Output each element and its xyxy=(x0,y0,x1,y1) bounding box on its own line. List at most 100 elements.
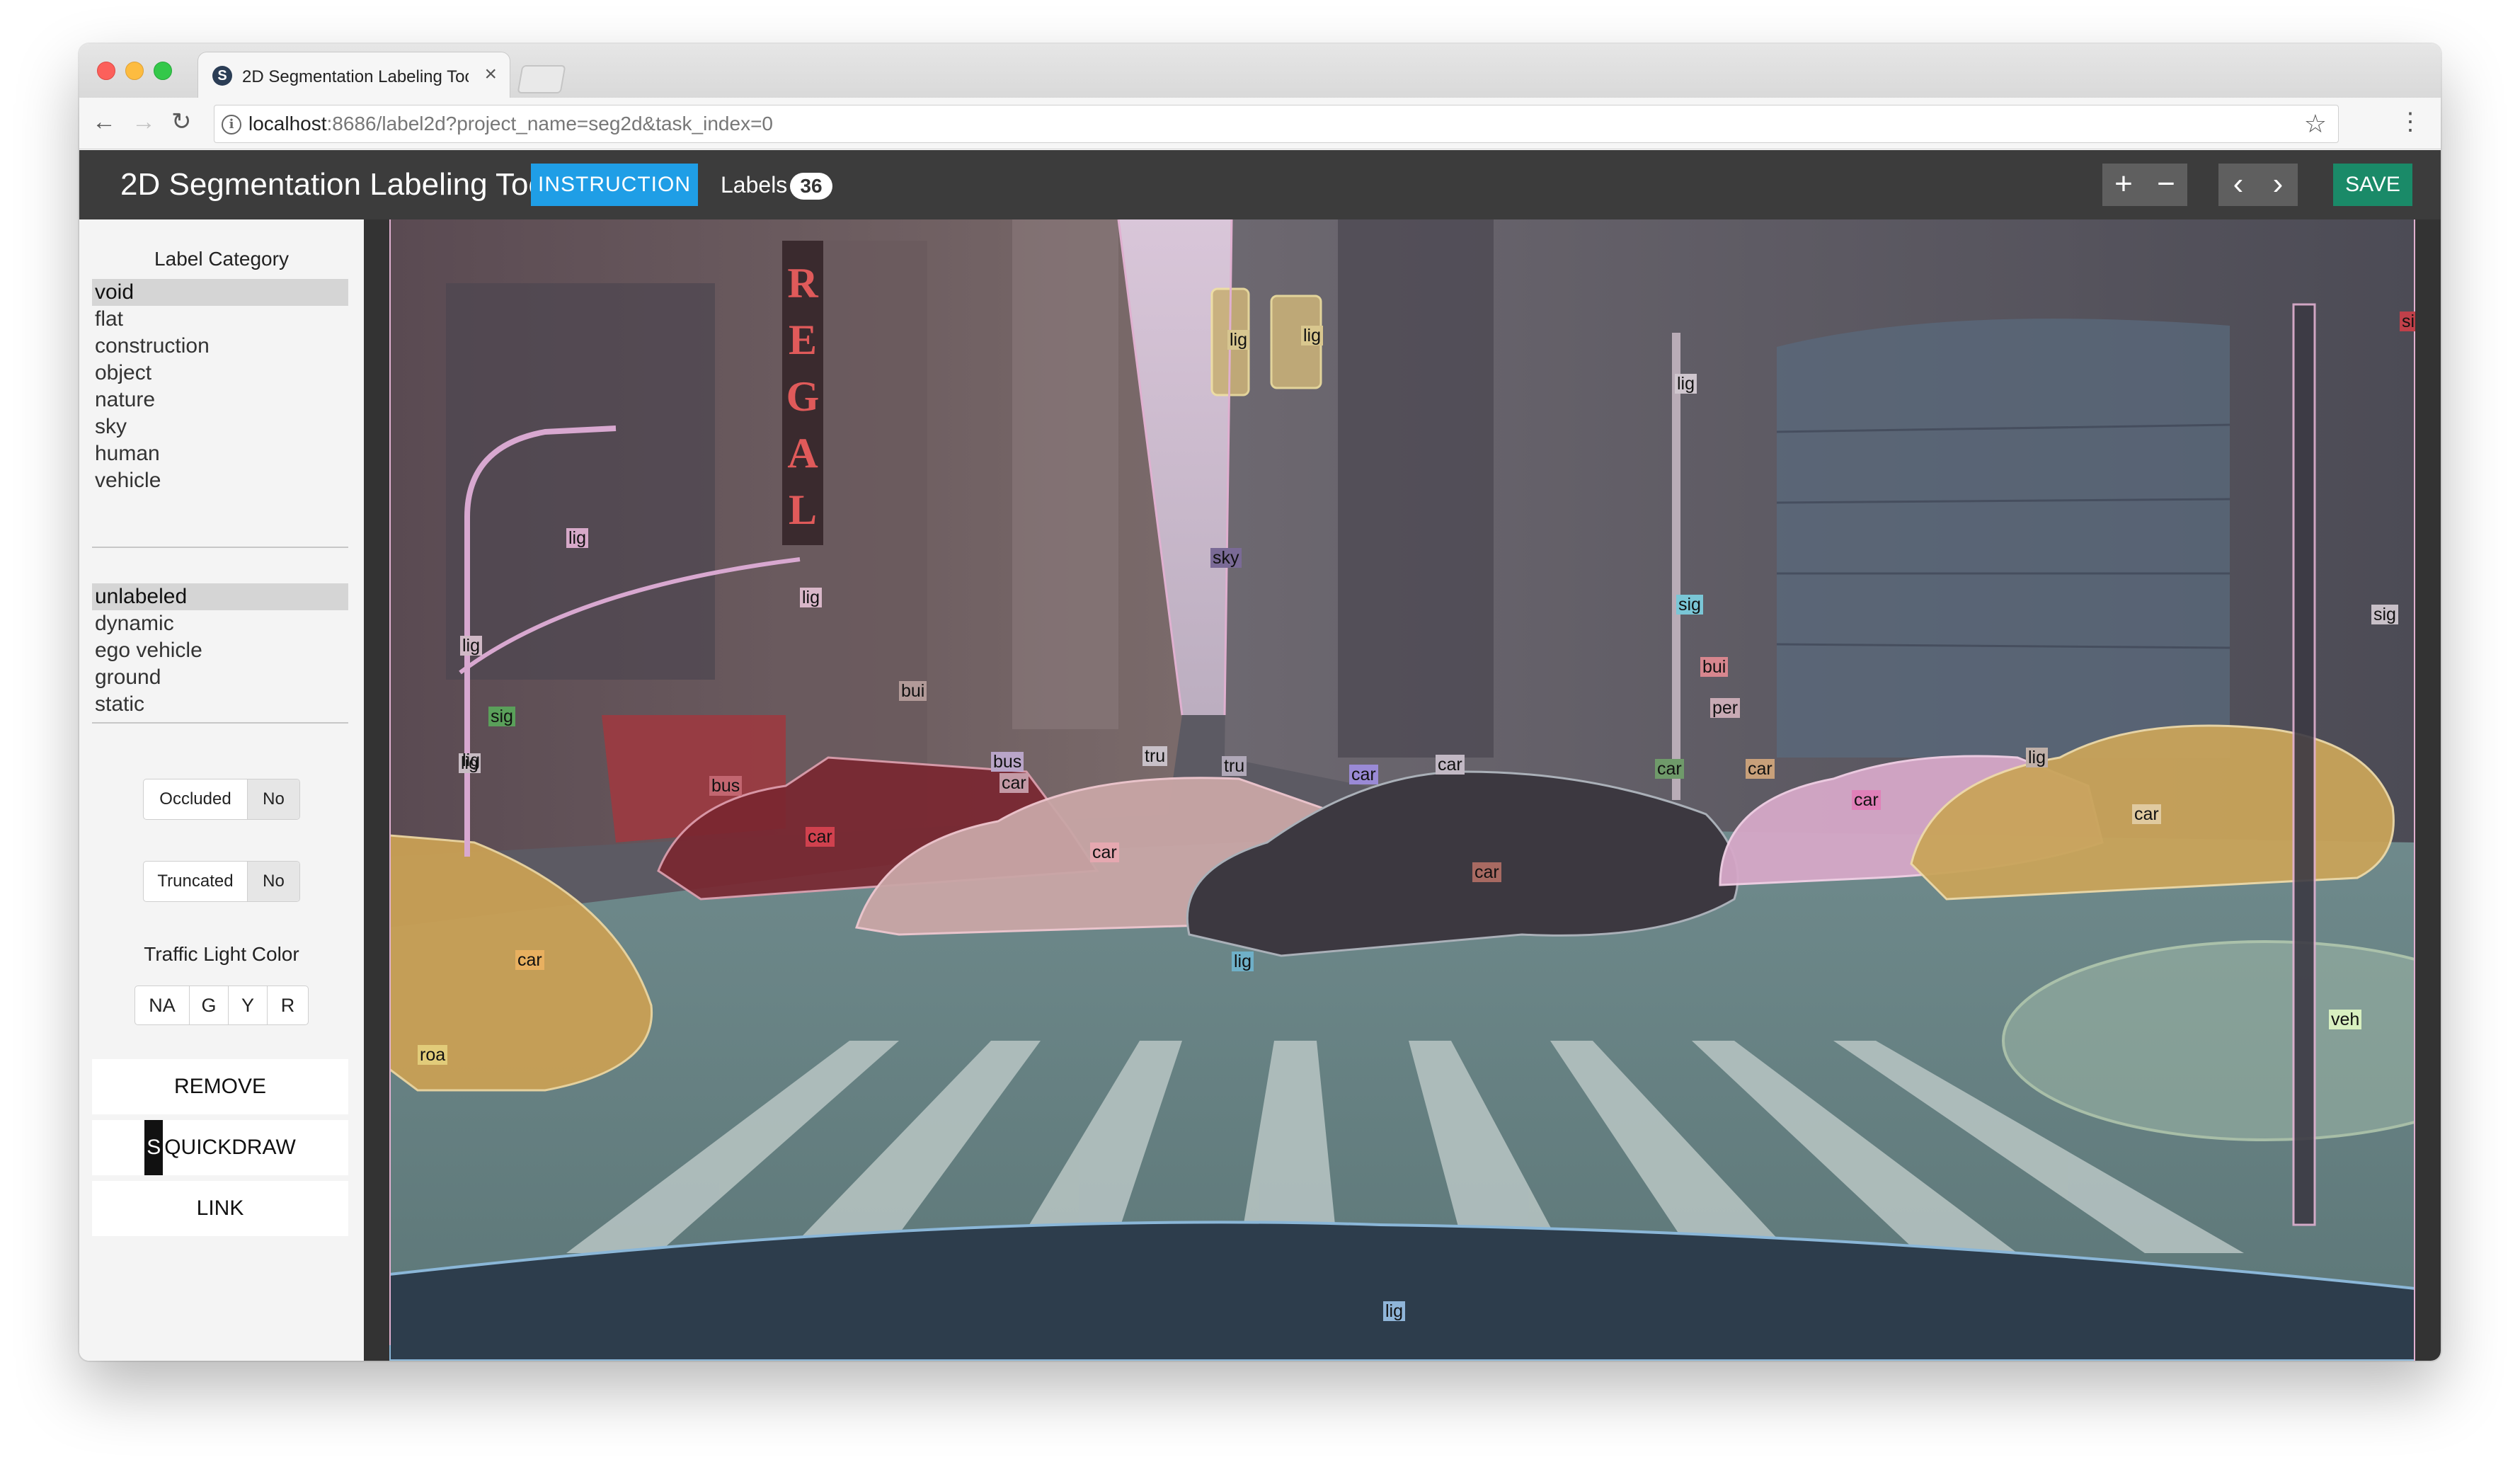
traffic-light-selector: NA G Y R xyxy=(134,985,309,1025)
canvas-label-tag[interactable]: lig xyxy=(460,750,482,770)
back-icon[interactable]: ← xyxy=(92,108,116,136)
canvas-label-tag[interactable]: lig xyxy=(2026,748,2049,767)
link-button[interactable]: LINK xyxy=(92,1181,348,1236)
canvas-label-tag[interactable]: sig xyxy=(488,707,515,726)
canvas-label-tag[interactable]: veh xyxy=(2329,1010,2362,1029)
canvas-label-tag[interactable]: lig xyxy=(1301,326,1324,345)
canvas-label-tag[interactable]: tru xyxy=(1222,756,1247,776)
canvas-label-tag[interactable]: car xyxy=(1000,773,1029,793)
tab-close-icon[interactable]: × xyxy=(484,62,497,86)
url-path: :8686/label2d?project_name=seg2d&task_in… xyxy=(326,113,773,135)
canvas-label-tag[interactable]: car xyxy=(1655,759,1684,779)
category-vehicle[interactable]: vehicle xyxy=(92,467,348,494)
category-flat[interactable]: flat xyxy=(92,306,348,333)
canvas-label-tag[interactable]: lig xyxy=(460,636,483,656)
canvas-label-tag[interactable]: lig xyxy=(1675,374,1697,394)
svg-text:A: A xyxy=(787,430,818,476)
canvas-label-tag[interactable]: car xyxy=(1349,765,1378,784)
zoom-out-button[interactable]: − xyxy=(2145,164,2187,206)
subcategory-dynamic[interactable]: dynamic xyxy=(92,610,348,637)
bookmark-star-icon[interactable]: ☆ xyxy=(2304,110,2327,138)
zoom-window-button[interactable] xyxy=(154,62,172,80)
close-window-button[interactable] xyxy=(97,62,115,80)
minimize-window-button[interactable] xyxy=(125,62,144,80)
canvas-label-tag[interactable]: sid xyxy=(2400,312,2415,331)
canvas-label-tag[interactable]: sky xyxy=(1210,548,1242,568)
zoom-in-button[interactable]: + xyxy=(2102,164,2145,206)
quickdraw-button[interactable]: S QUICKDRAW xyxy=(92,1120,348,1175)
truncated-value[interactable]: No xyxy=(248,862,299,901)
favicon-icon: S xyxy=(212,66,232,86)
subcategory-static[interactable]: static xyxy=(92,691,348,718)
category-sky[interactable]: sky xyxy=(92,413,348,440)
save-button[interactable]: SAVE xyxy=(2333,164,2412,206)
canvas-label-tag[interactable]: per xyxy=(1710,698,1741,718)
subcategory-unlabeled[interactable]: unlabeled xyxy=(92,583,348,610)
canvas-label-tag[interactable]: lig xyxy=(1383,1301,1406,1321)
quickdraw-label: QUICKDRAW xyxy=(164,1136,296,1159)
traffic-light-red[interactable]: R xyxy=(268,986,308,1024)
traffic-light-green[interactable]: G xyxy=(190,986,229,1024)
canvas-label-tag[interactable]: roa xyxy=(418,1045,448,1065)
scene-image: R E G A L xyxy=(389,219,2415,1361)
occluded-label: Occluded xyxy=(144,779,248,819)
instruction-button[interactable]: INSTRUCTION xyxy=(531,164,698,206)
occluded-toggle[interactable]: Occluded No xyxy=(143,779,300,820)
canvas-label-tag[interactable]: car xyxy=(515,950,544,970)
canvas-label-tag[interactable]: sig xyxy=(1676,595,1703,615)
canvas-label-tag[interactable]: car xyxy=(2132,804,2161,824)
next-button[interactable]: › xyxy=(2258,164,2298,206)
divider xyxy=(92,547,348,548)
category-object[interactable]: object xyxy=(92,360,348,387)
canvas-label-tag[interactable]: lig xyxy=(800,588,823,607)
new-tab-button[interactable] xyxy=(517,65,566,93)
browser-menu-icon[interactable]: ⋮ xyxy=(2398,108,2422,136)
app-title: 2D Segmentation Labeling Tool xyxy=(120,167,553,202)
subcategory-ground[interactable]: ground xyxy=(92,664,348,691)
canvas-label-tag[interactable]: tru xyxy=(1142,746,1168,766)
canvas-label-tag[interactable]: bui xyxy=(899,681,927,701)
info-icon[interactable]: i xyxy=(222,115,241,135)
canvas-label-tag[interactable]: car xyxy=(806,827,835,847)
traffic-light-heading: Traffic Light Color xyxy=(144,943,299,965)
traffic-light-yellow[interactable]: Y xyxy=(229,986,268,1024)
reload-icon[interactable]: ↻ xyxy=(171,108,192,136)
canvas-label-tag[interactable]: car xyxy=(1746,759,1775,779)
browser-titlebar: S 2D Segmentation Labeling Too × xyxy=(79,44,2441,98)
labeling-canvas[interactable]: R E G A L lig lig sig lig lig sky lig bu… xyxy=(389,219,2415,1361)
category-construction[interactable]: construction xyxy=(92,333,348,360)
canvas-label-tag[interactable]: lig xyxy=(566,528,589,548)
url-text: localhost:8686/label2d?project_name=seg2… xyxy=(248,113,773,135)
svg-text:G: G xyxy=(786,373,820,420)
canvas-label-tag[interactable]: car xyxy=(1852,790,1881,810)
canvas-label-tag[interactable]: bus xyxy=(709,776,743,796)
remove-button[interactable]: REMOVE xyxy=(92,1059,348,1114)
category-nature[interactable]: nature xyxy=(92,387,348,413)
canvas-label-tag[interactable]: car xyxy=(1090,842,1119,862)
label-sidebar: Label Category void flat construction ob… xyxy=(79,219,364,1361)
canvas-area: R E G A L lig lig sig lig lig sky lig bu… xyxy=(364,219,2441,1361)
occluded-value[interactable]: No xyxy=(248,779,299,819)
canvas-label-tag[interactable]: lig xyxy=(1227,330,1250,350)
browser-toolbar: ← → ↻ i localhost:8686/label2d?project_n… xyxy=(79,98,2441,149)
canvas-label-tag[interactable]: car xyxy=(1436,755,1465,775)
category-human[interactable]: human xyxy=(92,440,348,467)
subcategory-list: unlabeled dynamic ego vehicle ground sta… xyxy=(92,583,348,718)
url-host: localhost xyxy=(248,113,327,135)
label-category-heading: Label Category xyxy=(154,248,289,270)
category-void[interactable]: void xyxy=(92,279,348,306)
previous-button[interactable]: ‹ xyxy=(2218,164,2258,206)
truncated-toggle[interactable]: Truncated No xyxy=(143,861,300,902)
browser-window: S 2D Segmentation Labeling Too × ← → ↻ i… xyxy=(79,44,2441,1361)
browser-tab[interactable]: S 2D Segmentation Labeling Too × xyxy=(198,52,510,98)
app-header: 2D Segmentation Labeling Tool INSTRUCTIO… xyxy=(79,150,2441,219)
canvas-label-tag[interactable]: bui xyxy=(1700,657,1729,677)
canvas-label-tag[interactable]: bus xyxy=(991,752,1024,772)
canvas-label-tag[interactable]: lig xyxy=(1232,952,1254,971)
forward-icon[interactable]: → xyxy=(132,108,156,136)
canvas-label-tag[interactable]: sig xyxy=(2371,605,2398,624)
traffic-light-na[interactable]: NA xyxy=(135,986,190,1024)
canvas-label-tag[interactable]: car xyxy=(1472,862,1501,882)
subcategory-ego-vehicle[interactable]: ego vehicle xyxy=(92,637,348,664)
address-bar[interactable]: i localhost:8686/label2d?project_name=se… xyxy=(214,105,2339,143)
